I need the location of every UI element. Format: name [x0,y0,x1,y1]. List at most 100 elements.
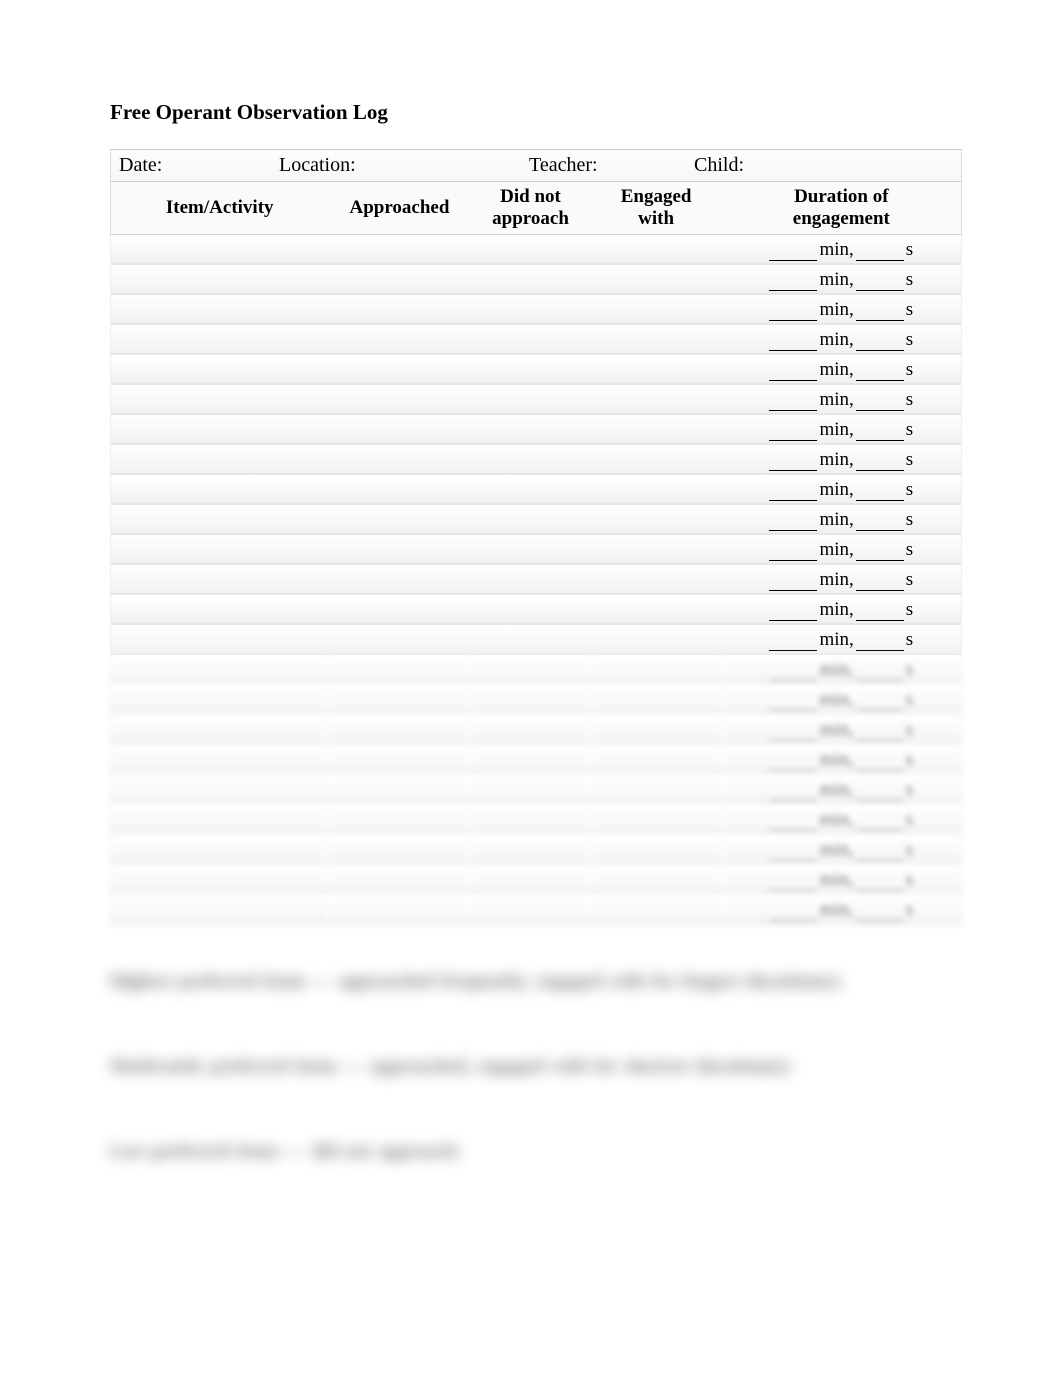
cell-did-not[interactable] [470,535,590,565]
cell-item[interactable] [110,505,328,535]
cell-did-not[interactable] [470,445,590,475]
cell-approached[interactable] [328,355,470,385]
cell-did-not[interactable] [470,235,590,265]
cell-item[interactable] [110,535,328,565]
duration-min-blank[interactable] [769,782,817,801]
cell-duration[interactable]: min, s [722,775,962,805]
duration-sec-blank[interactable] [856,452,904,471]
cell-did-not[interactable] [470,775,590,805]
duration-sec-blank[interactable] [856,512,904,531]
cell-did-not[interactable] [470,295,590,325]
cell-duration[interactable]: min, s [722,445,962,475]
cell-duration[interactable]: min, s [722,835,962,865]
duration-min-blank[interactable] [769,872,817,891]
cell-did-not[interactable] [470,355,590,385]
cell-did-not[interactable] [470,505,590,535]
duration-min-blank[interactable] [769,722,817,741]
cell-item[interactable] [110,895,328,925]
cell-approached[interactable] [328,565,470,595]
duration-sec-blank[interactable] [856,812,904,831]
cell-duration[interactable]: min, s [722,595,962,625]
cell-engaged[interactable] [591,505,722,535]
cell-duration[interactable]: min, s [722,805,962,835]
cell-approached[interactable] [328,685,470,715]
cell-engaged[interactable] [591,325,722,355]
cell-item[interactable] [110,595,328,625]
duration-sec-blank[interactable] [856,722,904,741]
cell-did-not[interactable] [470,895,590,925]
cell-did-not[interactable] [470,745,590,775]
cell-approached[interactable] [328,745,470,775]
cell-engaged[interactable] [591,265,722,295]
cell-did-not[interactable] [470,805,590,835]
cell-item[interactable] [110,325,328,355]
cell-approached[interactable] [328,895,470,925]
duration-min-blank[interactable] [769,482,817,501]
cell-engaged[interactable] [591,445,722,475]
duration-min-blank[interactable] [769,842,817,861]
duration-min-blank[interactable] [769,752,817,771]
duration-sec-blank[interactable] [856,692,904,711]
cell-duration[interactable]: min, s [722,655,962,685]
duration-sec-blank[interactable] [856,542,904,561]
cell-approached[interactable] [328,715,470,745]
cell-approached[interactable] [328,595,470,625]
duration-min-blank[interactable] [769,362,817,381]
cell-duration[interactable]: min, s [722,325,962,355]
cell-engaged[interactable] [591,385,722,415]
cell-did-not[interactable] [470,625,590,655]
duration-sec-blank[interactable] [856,332,904,351]
duration-sec-blank[interactable] [856,662,904,681]
cell-duration[interactable]: min, s [722,625,962,655]
cell-approached[interactable] [328,805,470,835]
cell-approached[interactable] [328,415,470,445]
duration-min-blank[interactable] [769,692,817,711]
duration-min-blank[interactable] [769,272,817,291]
duration-sec-blank[interactable] [856,572,904,591]
cell-engaged[interactable] [591,295,722,325]
duration-sec-blank[interactable] [856,482,904,501]
cell-engaged[interactable] [591,865,722,895]
cell-duration[interactable]: min, s [722,385,962,415]
cell-engaged[interactable] [591,715,722,745]
cell-approached[interactable] [328,835,470,865]
cell-item[interactable] [110,355,328,385]
cell-duration[interactable]: min, s [722,865,962,895]
cell-engaged[interactable] [591,685,722,715]
cell-approached[interactable] [328,385,470,415]
cell-did-not[interactable] [470,325,590,355]
cell-did-not[interactable] [470,835,590,865]
cell-item[interactable] [110,565,328,595]
duration-min-blank[interactable] [769,542,817,561]
duration-sec-blank[interactable] [856,392,904,411]
cell-duration[interactable]: min, s [722,295,962,325]
cell-duration[interactable]: min, s [722,565,962,595]
cell-approached[interactable] [328,295,470,325]
cell-duration[interactable]: min, s [722,235,962,265]
duration-min-blank[interactable] [769,572,817,591]
cell-item[interactable] [110,805,328,835]
cell-item[interactable] [110,835,328,865]
cell-item[interactable] [110,475,328,505]
cell-item[interactable] [110,265,328,295]
cell-engaged[interactable] [591,565,722,595]
cell-engaged[interactable] [591,235,722,265]
duration-min-blank[interactable] [769,602,817,621]
cell-duration[interactable]: min, s [722,895,962,925]
cell-duration[interactable]: min, s [722,355,962,385]
duration-sec-blank[interactable] [856,782,904,801]
cell-engaged[interactable] [591,535,722,565]
duration-sec-blank[interactable] [856,272,904,291]
cell-did-not[interactable] [470,685,590,715]
cell-item[interactable] [110,655,328,685]
cell-did-not[interactable] [470,415,590,445]
cell-approached[interactable] [328,775,470,805]
duration-sec-blank[interactable] [856,752,904,771]
duration-sec-blank[interactable] [856,302,904,321]
duration-sec-blank[interactable] [856,872,904,891]
cell-engaged[interactable] [591,625,722,655]
cell-did-not[interactable] [470,595,590,625]
duration-min-blank[interactable] [769,242,817,261]
cell-duration[interactable]: min, s [722,715,962,745]
duration-min-blank[interactable] [769,452,817,471]
